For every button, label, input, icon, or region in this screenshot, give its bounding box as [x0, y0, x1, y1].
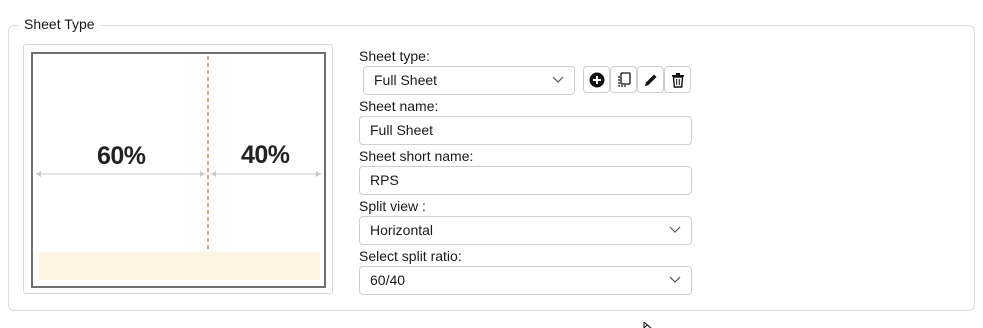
split-view-label: Split view :	[359, 198, 426, 214]
edit-pencil-icon	[644, 74, 656, 86]
split-ratio-value: 60/40	[370, 272, 406, 288]
chevron-down-icon	[669, 226, 681, 233]
split-view-value: Horizontal	[370, 222, 434, 238]
copy-icon	[617, 71, 631, 87]
preview-canvas: 60% 40%	[31, 52, 326, 288]
preview-footer-band	[39, 252, 320, 280]
sheet-name-label: Sheet name:	[359, 98, 439, 114]
chevron-down-icon	[669, 276, 681, 283]
sheet-name-input[interactable]: Full Sheet	[359, 116, 692, 145]
sheet-type-label: Sheet type:	[359, 48, 430, 64]
sheet-preview: 60% 40%	[23, 44, 333, 294]
split-view-dropdown[interactable]: Horizontal	[359, 216, 692, 245]
edit-sheet-type-button[interactable]	[637, 66, 664, 93]
group-title: Sheet Type	[19, 16, 100, 32]
trash-icon	[671, 72, 684, 88]
delete-sheet-type-button[interactable]	[664, 66, 691, 93]
split-ratio-label: Select split ratio:	[359, 248, 462, 264]
chevron-down-icon	[552, 76, 564, 83]
sheet-type-dropdown[interactable]: Full Sheet	[363, 66, 575, 95]
add-circle-icon	[589, 72, 604, 87]
sheet-short-name-label: Sheet short name:	[359, 148, 474, 164]
right-percent-label: 40%	[241, 141, 290, 169]
add-sheet-type-button[interactable]	[583, 66, 610, 93]
sheet-short-name-input[interactable]: RPS	[359, 166, 692, 195]
sheet-name-value: Full Sheet	[370, 122, 434, 138]
copy-sheet-type-button[interactable]	[610, 66, 637, 93]
split-ratio-dropdown[interactable]: 60/40	[359, 266, 692, 295]
sheet-type-value: Full Sheet	[374, 72, 438, 88]
sheet-short-name-value: RPS	[370, 172, 399, 188]
left-percent-label: 60%	[97, 142, 146, 170]
mouse-cursor-icon	[643, 322, 652, 328]
